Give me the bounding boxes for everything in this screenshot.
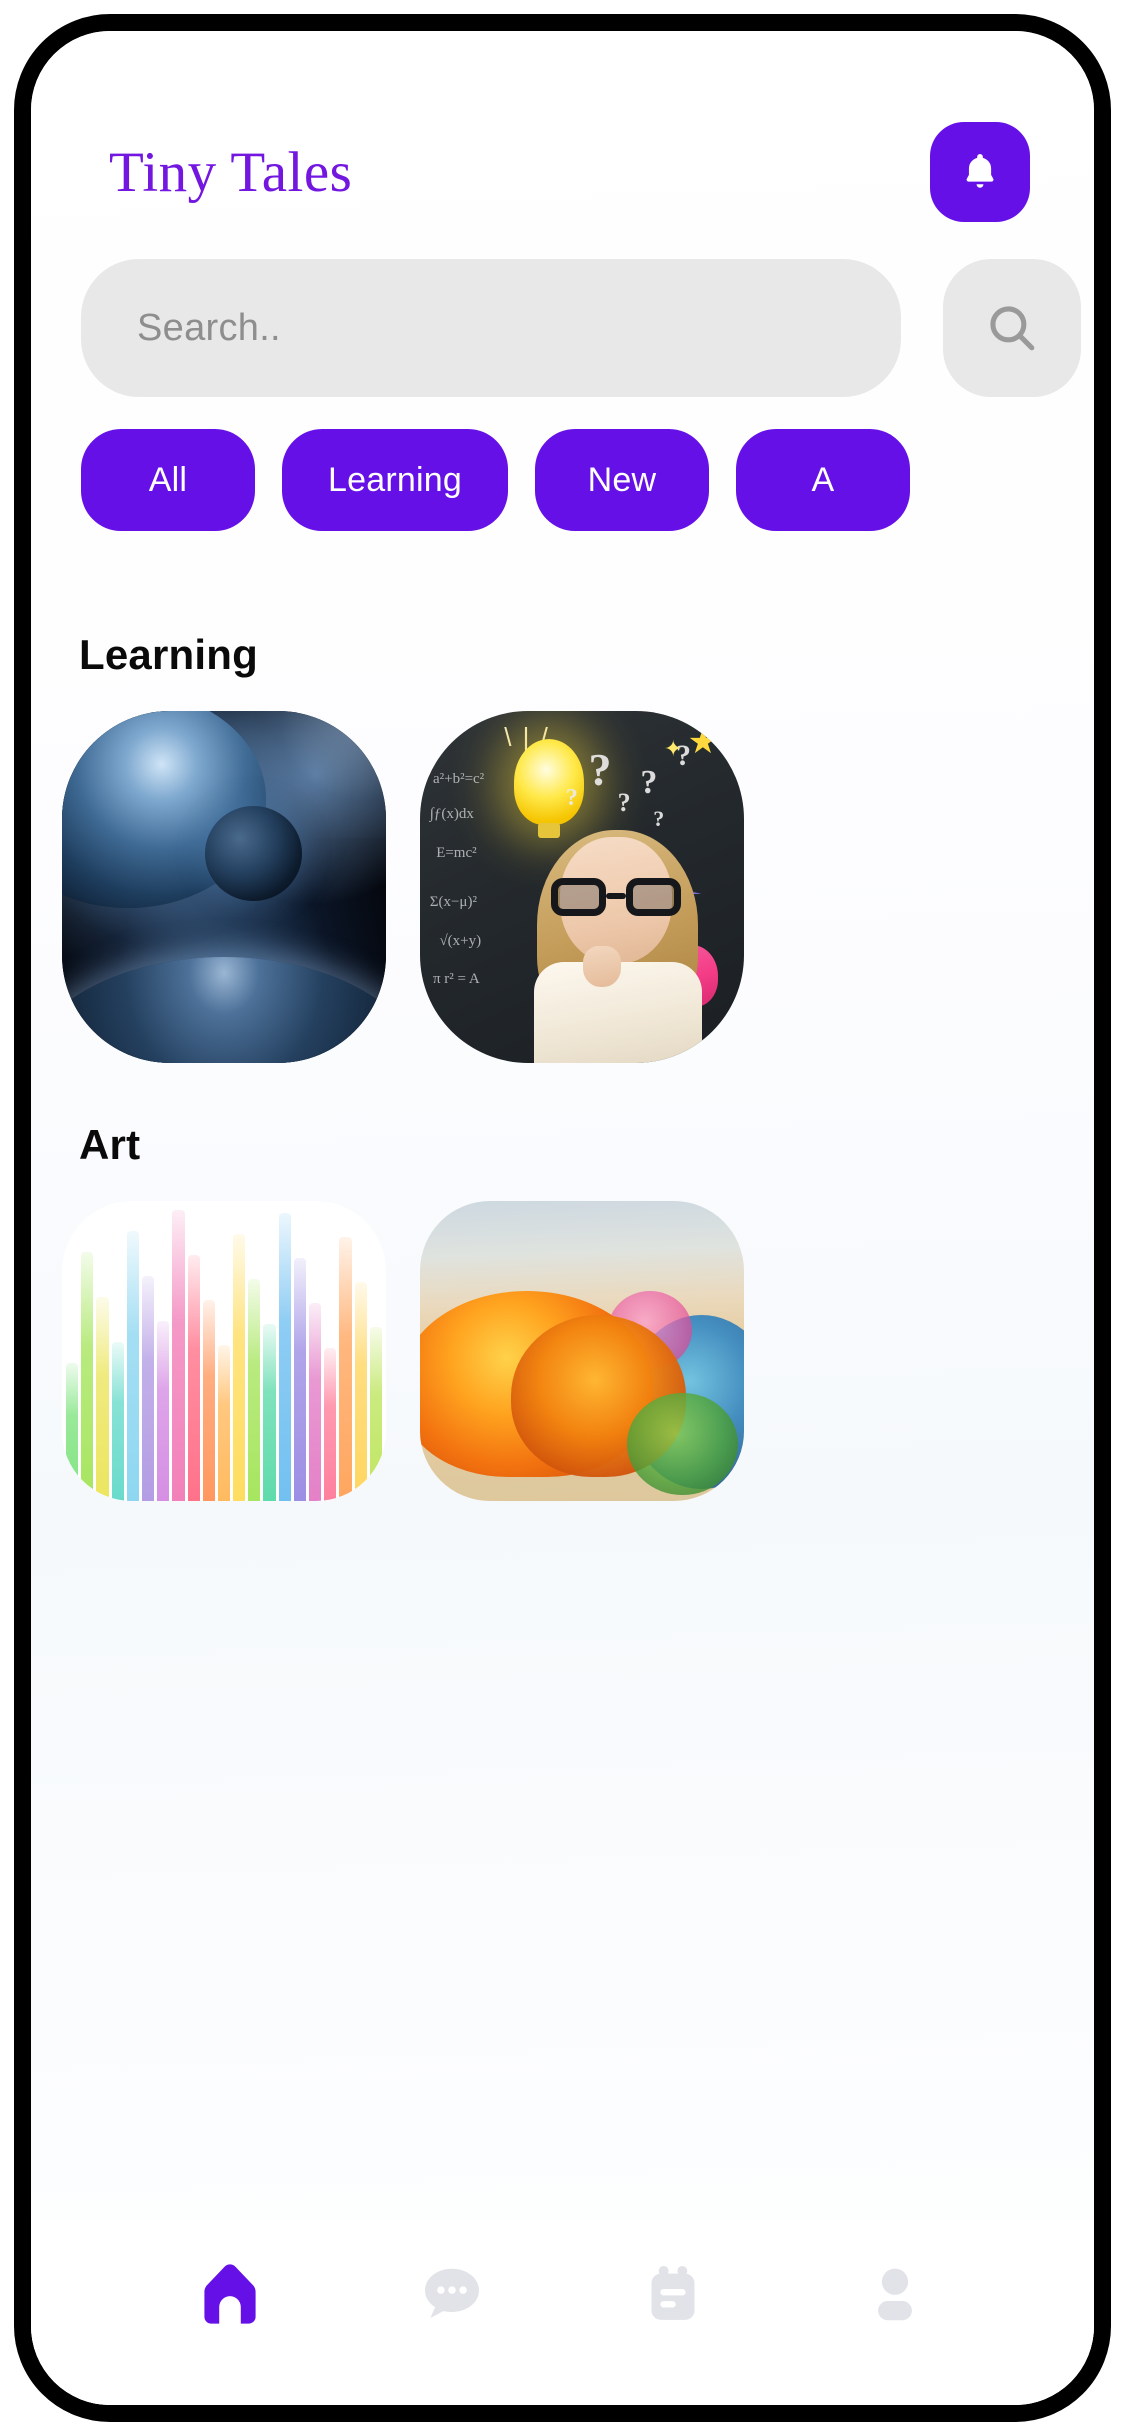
section-title-art: Art [79, 1121, 141, 1168]
splash-bar [111, 1342, 124, 1501]
green-foliage [627, 1393, 738, 1495]
chalk-equation: Σ(x−μ)² [429, 894, 477, 911]
space-glow [224, 711, 386, 838]
splash-bar [339, 1237, 352, 1501]
chip-label: New [587, 460, 657, 499]
section-learning: Learning \ | / ? ? ? ? ? a²+b²=c² ∫ƒ(x)d… [31, 631, 1094, 1063]
profile-icon [860, 2258, 930, 2330]
splash-bar [66, 1363, 79, 1501]
question-mark: ? [565, 784, 578, 811]
page-title: Tiny Tales [109, 140, 353, 204]
splash-bar [324, 1348, 337, 1501]
tree-artwork [420, 1201, 744, 1501]
nav-item-home[interactable] [119, 2257, 341, 2331]
chalkboard-artwork: \ | / ? ? ? ? ? ? a²+b²=c² ∫ƒ(x)dx E=mc²… [420, 711, 744, 1063]
chip-label: Learning [328, 460, 462, 499]
chalk-equation: √(x+y) [439, 932, 482, 949]
chalk-equation: E=mc² [436, 844, 477, 861]
nav-item-profile[interactable] [784, 2258, 1006, 2330]
search-placeholder: Search.. [137, 306, 281, 349]
search-icon [983, 299, 1041, 357]
lens-right [626, 877, 681, 916]
splash-bar [202, 1300, 215, 1501]
star-icon: ✦ [664, 735, 683, 761]
art-cards-row [31, 1201, 1094, 1501]
star-icon: ★ [687, 722, 719, 761]
search-button[interactable] [943, 259, 1081, 397]
glasses-bridge [605, 893, 627, 900]
splash-bar [293, 1258, 306, 1501]
chip-label: A [811, 460, 835, 499]
chip-partial[interactable]: A [735, 429, 910, 531]
glasses-icon [551, 877, 681, 916]
splash-bar [141, 1276, 155, 1501]
splash-bar [187, 1255, 200, 1501]
nav-item-chat[interactable] [341, 2258, 563, 2330]
girl-figure [530, 810, 705, 1063]
header: Tiny Tales [31, 107, 1094, 237]
chip-all[interactable]: All [81, 429, 255, 531]
nav-item-notes[interactable] [563, 2258, 785, 2330]
search-row: Search.. [81, 259, 1081, 397]
calendar-notes-icon [640, 2258, 706, 2330]
chalk-equation: π r² = A [432, 971, 480, 988]
bottom-navigation [31, 2219, 1094, 2405]
chalk-equation: a²+b²=c² [432, 770, 485, 787]
splash-bar [263, 1324, 276, 1501]
planet-limb [62, 957, 386, 1063]
autumn-tree-painting-card[interactable] [420, 1201, 744, 1501]
paint-splash-skyline-card[interactable] [62, 1201, 386, 1501]
section-title-learning: Learning [79, 631, 258, 678]
chalkboard-girl-card[interactable]: \ | / ? ? ? ? ? ? a²+b²=c² ∫ƒ(x)dx E=mc²… [420, 711, 744, 1063]
space-artwork [62, 711, 386, 1063]
splash-bar [96, 1297, 109, 1501]
search-input[interactable]: Search.. [81, 259, 901, 397]
chalk-equation: ∫ƒ(x)dx [429, 806, 474, 823]
section-art: Art [31, 1121, 1094, 1501]
splash-bar [248, 1279, 261, 1501]
splash-bar [217, 1345, 231, 1501]
splash-artwork [62, 1201, 386, 1501]
space-planets-card[interactable] [62, 711, 386, 1063]
category-chips: All Learning New A [81, 429, 1094, 531]
splash-bar [278, 1213, 291, 1501]
app-screen: Tiny Tales Search.. All Learning New A L… [31, 31, 1094, 2405]
bell-icon [957, 149, 1003, 195]
home-icon [193, 2257, 267, 2331]
splash-bar [233, 1234, 246, 1501]
splash-bar [126, 1231, 139, 1501]
splash-bar [81, 1252, 94, 1501]
splash-bar [354, 1282, 367, 1501]
splash-bar [157, 1321, 170, 1501]
splash-bar [172, 1210, 185, 1501]
chip-learning[interactable]: Learning [282, 429, 508, 531]
learning-cards-row: \ | / ? ? ? ? ? ? a²+b²=c² ∫ƒ(x)dx E=mc²… [31, 711, 1094, 1063]
splash-bar [369, 1327, 382, 1501]
notification-button[interactable] [930, 122, 1030, 222]
chip-new[interactable]: New [534, 429, 709, 531]
girl-hand [582, 946, 622, 987]
splash-bar [309, 1303, 322, 1501]
phone-body: Tiny Tales Search.. All Learning New A L… [14, 14, 1111, 2422]
chat-bubble-icon [416, 2258, 488, 2330]
question-mark: ? [588, 743, 612, 795]
phone-frame: Tiny Tales Search.. All Learning New A L… [0, 0, 1125, 2436]
chip-label: All [148, 460, 188, 499]
lens-left [551, 877, 606, 916]
